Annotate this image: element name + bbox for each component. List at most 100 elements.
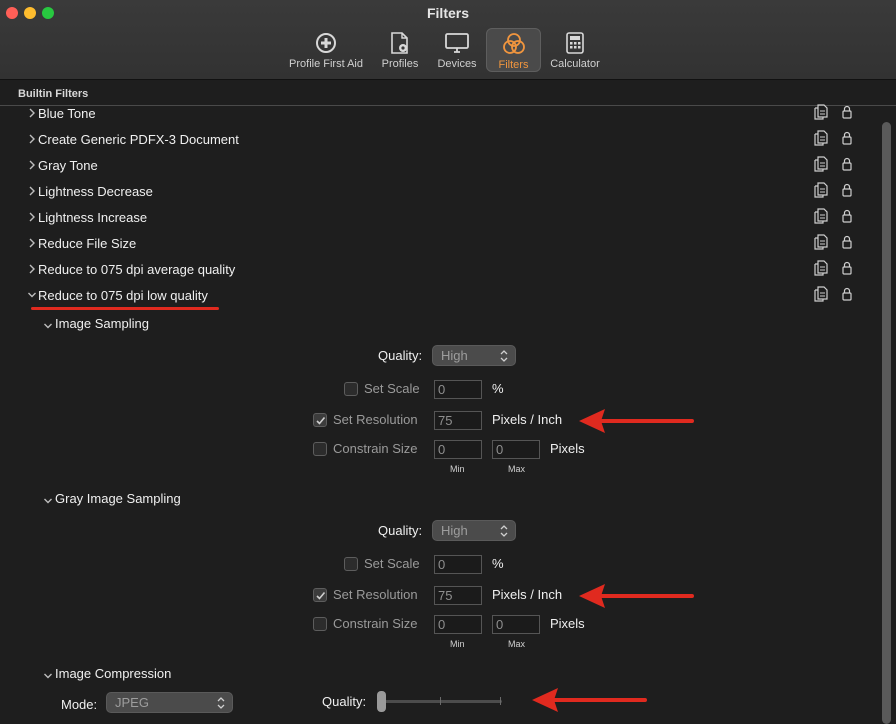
filter-row[interactable]: Reduce to 075 dpi average quality bbox=[0, 260, 880, 286]
filters-circles-icon bbox=[502, 32, 526, 56]
duplicate-document-icon[interactable] bbox=[814, 182, 828, 198]
filter-name: Blue Tone bbox=[38, 106, 96, 121]
constrain-max-field[interactable]: 0 bbox=[492, 440, 540, 459]
checkmark-icon bbox=[316, 416, 326, 425]
set-scale-unit: % bbox=[492, 381, 504, 396]
constrain-min-field[interactable]: 0 bbox=[434, 440, 482, 459]
set-resolution-checkbox[interactable] bbox=[313, 413, 327, 427]
constrain-size-label: Constrain Size bbox=[333, 441, 418, 456]
monitor-icon bbox=[445, 31, 469, 55]
gray-set-scale-unit: % bbox=[492, 556, 504, 571]
max-caption: Max bbox=[508, 464, 526, 474]
set-scale-checkbox[interactable] bbox=[344, 382, 358, 396]
chevron-right-icon[interactable] bbox=[27, 133, 37, 147]
chevron-right-icon[interactable] bbox=[27, 237, 37, 251]
toolbar-filters[interactable]: Filters bbox=[486, 28, 541, 72]
slider-tick bbox=[440, 697, 441, 705]
filter-row[interactable]: Gray Tone bbox=[0, 156, 880, 182]
gray-set-resolution-label: Set Resolution bbox=[333, 587, 418, 602]
window-toolbar: Filters Profile First Aid Profiles Devic… bbox=[0, 0, 896, 80]
chevron-updown-icon bbox=[499, 524, 509, 538]
filter-name: Lightness Decrease bbox=[38, 184, 153, 199]
duplicate-document-icon[interactable] bbox=[814, 104, 828, 120]
min-caption: Min bbox=[450, 464, 465, 474]
chevron-down-icon[interactable] bbox=[27, 289, 37, 303]
toolbar-profile-first-aid[interactable]: Profile First Aid bbox=[283, 28, 369, 72]
duplicate-document-icon[interactable] bbox=[814, 156, 828, 172]
slider-tick bbox=[500, 697, 501, 705]
filter-name: Reduce File Size bbox=[38, 236, 137, 251]
filter-row[interactable]: Blue Tone bbox=[0, 104, 880, 130]
annotation-arrow bbox=[532, 688, 647, 712]
min-caption: Min bbox=[450, 639, 465, 649]
scrollbar-thumb[interactable] bbox=[882, 122, 891, 724]
toolbar-devices[interactable]: Devices bbox=[432, 28, 482, 72]
lock-icon[interactable] bbox=[842, 105, 852, 119]
set-resolution-field[interactable]: 75 bbox=[434, 411, 482, 430]
chevron-updown-icon bbox=[499, 349, 509, 363]
lock-icon[interactable] bbox=[842, 183, 852, 197]
filter-row[interactable]: Reduce File Size bbox=[0, 234, 880, 260]
chevron-down-icon bbox=[43, 494, 53, 506]
gray-constrain-min-field[interactable]: 0 bbox=[434, 615, 482, 634]
chevron-down-icon bbox=[43, 669, 53, 681]
chevron-right-icon[interactable] bbox=[27, 211, 37, 225]
duplicate-document-icon[interactable] bbox=[814, 130, 828, 146]
annotation-underline bbox=[31, 307, 219, 310]
lock-icon[interactable] bbox=[842, 287, 852, 301]
slider-knob[interactable] bbox=[377, 691, 386, 712]
gray-constrain-size-label: Constrain Size bbox=[333, 616, 418, 631]
checkmark-icon bbox=[316, 591, 326, 600]
toolbar-profiles[interactable]: Profiles bbox=[377, 28, 423, 72]
gray-set-scale-label: Set Scale bbox=[364, 556, 420, 571]
gray-constrain-size-checkbox[interactable] bbox=[313, 617, 327, 631]
constrain-unit: Pixels bbox=[550, 441, 585, 456]
lock-icon[interactable] bbox=[842, 235, 852, 249]
calculator-icon bbox=[563, 31, 587, 55]
chevron-right-icon[interactable] bbox=[27, 185, 37, 199]
gray-set-scale-field[interactable]: 0 bbox=[434, 555, 482, 574]
filter-row[interactable]: Create Generic PDFX-3 Document bbox=[0, 130, 880, 156]
duplicate-document-icon[interactable] bbox=[814, 260, 828, 276]
max-caption: Max bbox=[508, 639, 526, 649]
constrain-size-checkbox[interactable] bbox=[313, 442, 327, 456]
gray-set-resolution-field[interactable]: 75 bbox=[434, 586, 482, 605]
chevron-down-icon bbox=[43, 319, 53, 331]
annotation-arrow bbox=[579, 409, 694, 433]
duplicate-document-icon[interactable] bbox=[814, 286, 828, 302]
gray-set-resolution-unit: Pixels / Inch bbox=[492, 587, 563, 602]
filter-row[interactable]: Lightness Increase bbox=[0, 208, 880, 234]
mode-popup[interactable]: JPEG bbox=[106, 692, 233, 713]
chevron-updown-icon bbox=[216, 696, 226, 710]
gray-set-scale-checkbox[interactable] bbox=[344, 557, 358, 571]
filter-row[interactable]: Lightness Decrease bbox=[0, 182, 880, 208]
set-scale-field[interactable]: 0 bbox=[434, 380, 482, 399]
filter-name: Reduce to 075 dpi low quality bbox=[38, 288, 208, 303]
document-gear-icon bbox=[388, 31, 412, 55]
duplicate-document-icon[interactable] bbox=[814, 208, 828, 224]
annotation-arrow bbox=[579, 584, 694, 608]
chevron-right-icon[interactable] bbox=[27, 263, 37, 277]
section-header-builtin-filters: Builtin Filters bbox=[0, 82, 896, 106]
gray-constrain-max-field[interactable]: 0 bbox=[492, 615, 540, 634]
chevron-right-icon[interactable] bbox=[27, 107, 37, 121]
plus-circle-icon bbox=[314, 31, 338, 55]
filter-name: Lightness Increase bbox=[38, 210, 148, 225]
toolbar-calculator[interactable]: Calculator bbox=[546, 28, 604, 72]
gray-set-resolution-checkbox[interactable] bbox=[313, 588, 327, 602]
quality-popup[interactable]: High bbox=[432, 345, 516, 366]
duplicate-document-icon[interactable] bbox=[814, 234, 828, 250]
quality-label: Quality: bbox=[378, 348, 423, 363]
set-resolution-unit: Pixels / Inch bbox=[492, 412, 563, 427]
compression-quality-slider[interactable] bbox=[380, 700, 502, 703]
lock-icon[interactable] bbox=[842, 261, 852, 275]
lock-icon[interactable] bbox=[842, 157, 852, 171]
chevron-right-icon[interactable] bbox=[27, 159, 37, 173]
gray-quality-popup[interactable]: High bbox=[432, 520, 516, 541]
lock-icon[interactable] bbox=[842, 131, 852, 145]
mode-label: Mode: bbox=[61, 697, 98, 712]
compression-quality-label: Quality: bbox=[322, 694, 367, 709]
lock-icon[interactable] bbox=[842, 209, 852, 223]
gray-constrain-unit: Pixels bbox=[550, 616, 585, 631]
set-resolution-label: Set Resolution bbox=[333, 412, 418, 427]
